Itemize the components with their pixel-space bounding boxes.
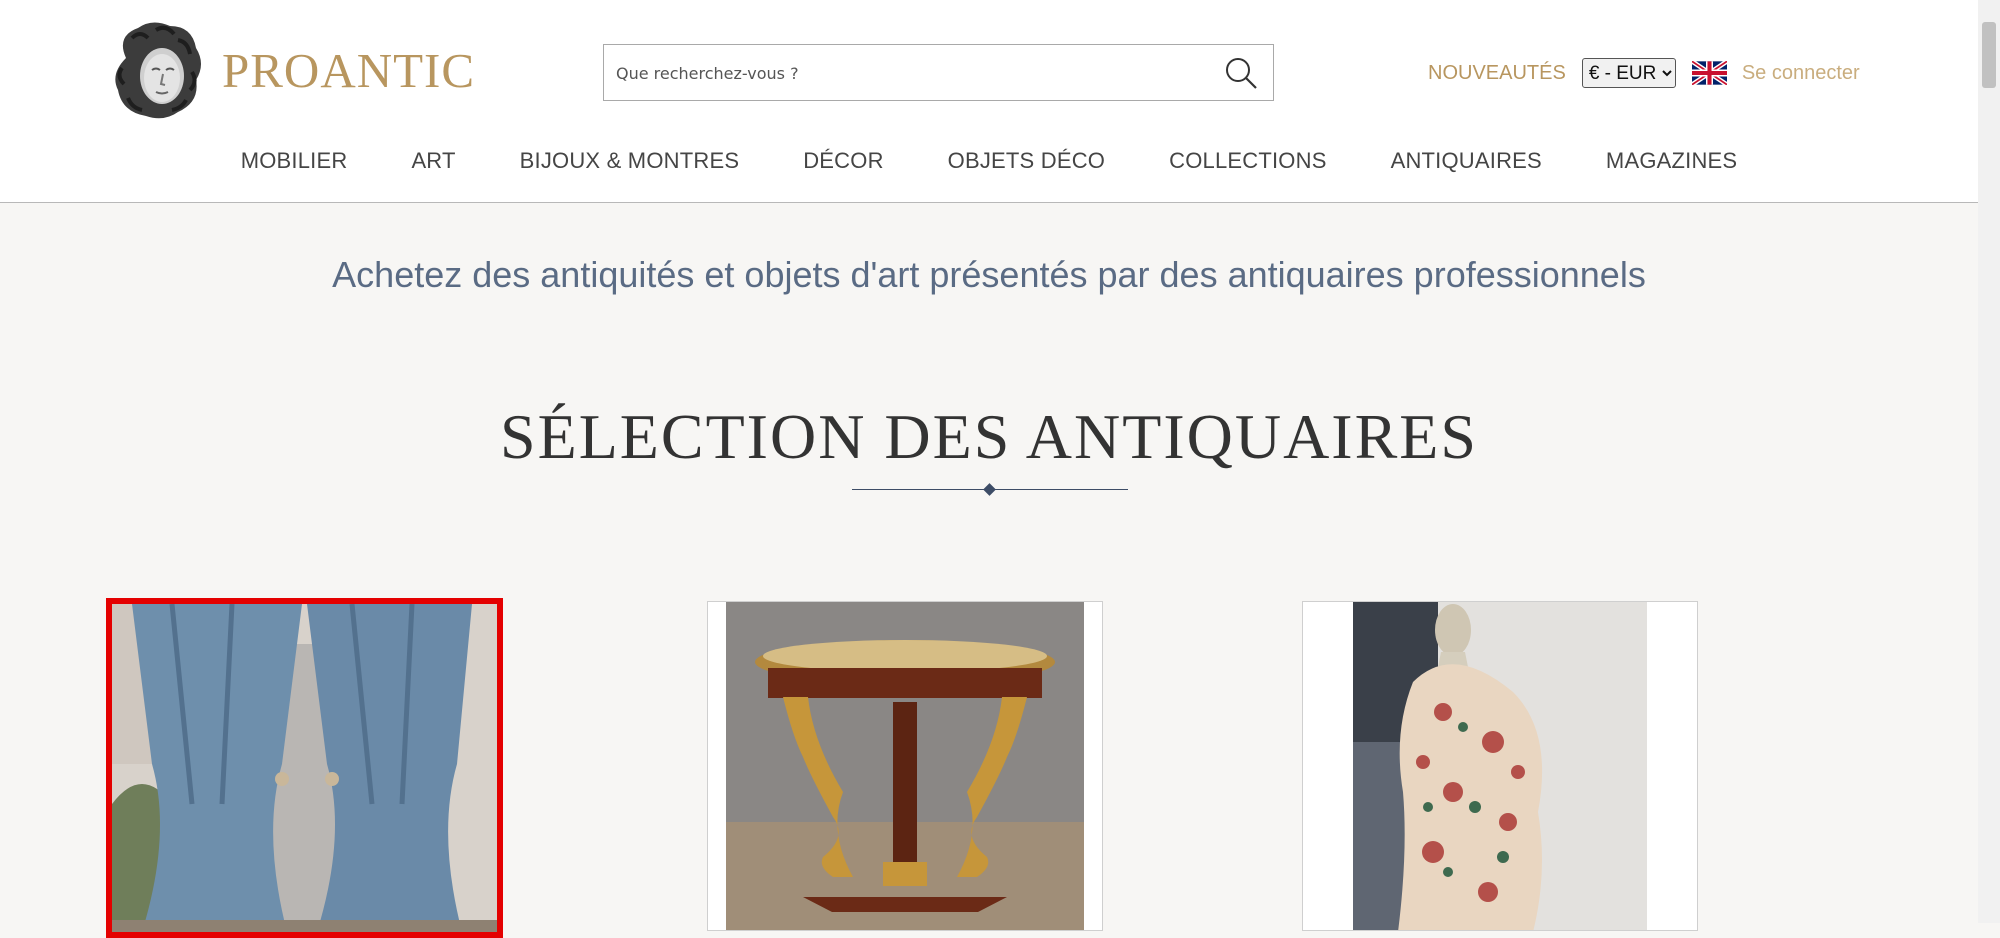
nav-item-objets-deco[interactable]: OBJETS DÉCO [948,148,1105,174]
site-header: PROANTIC NOUVEAUTÉS € - EUR Se connecter… [0,0,1978,203]
product-card-fabric[interactable] [1302,601,1698,931]
nav-item-magazines[interactable]: MAGAZINES [1606,148,1737,174]
section-title: SÉLECTION DES ANTIQUAIRES [500,401,1478,472]
tagline: Achetez des antiquités et objets d'art p… [332,254,1646,295]
search-bar [603,44,1274,102]
scrollbar-thumb[interactable] [1982,22,1996,88]
nav-item-decor[interactable]: DÉCOR [803,148,883,174]
uk-flag-icon[interactable] [1691,61,1727,85]
search-icon [1226,58,1257,89]
divider-diamond [983,483,996,496]
logo[interactable]: PROANTIC [108,18,475,122]
search-button[interactable] [1223,55,1259,91]
search-input[interactable] [614,45,1198,102]
vertical-scrollbar[interactable] [1978,0,2000,923]
nav-item-mobilier[interactable]: MOBILIER [241,148,348,174]
nav-item-art[interactable]: ART [411,148,455,174]
nav-item-bijoux-montres[interactable]: BIJOUX & MONTRES [520,148,740,174]
login-link[interactable]: Se connecter [1742,62,1860,85]
product-image-curtains [112,604,497,932]
header-actions: NOUVEAUTÉS € - EUR Se connecter [1428,56,1860,90]
nouveautes-link[interactable]: NOUVEAUTÉS [1428,62,1566,85]
nav-item-antiquaires[interactable]: ANTIQUAIRES [1391,148,1542,174]
currency-select[interactable]: € - EUR [1581,58,1676,88]
product-image-table [708,602,1102,930]
product-card-curtains[interactable] [106,598,503,938]
main-nav: MOBILIER ART BIJOUX & MONTRES DÉCOR OBJE… [0,148,1978,174]
logo-head-icon [115,22,201,119]
product-image-fabric [1303,602,1697,930]
product-card-table[interactable] [707,601,1103,931]
logo-text: PROANTIC [222,42,476,98]
nav-item-collections[interactable]: COLLECTIONS [1169,148,1326,174]
